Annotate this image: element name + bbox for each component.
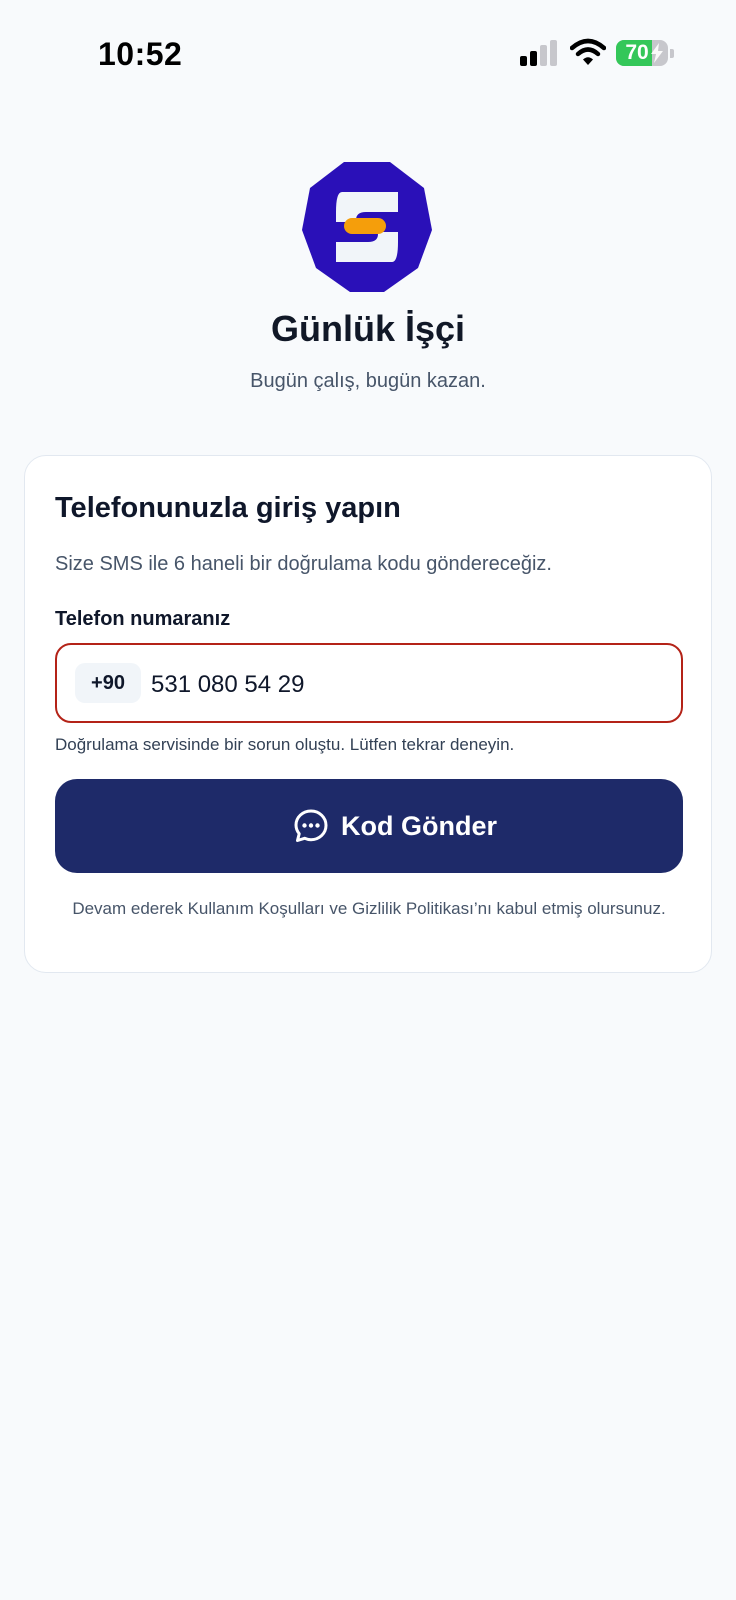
country-code-badge[interactable]: +90 bbox=[75, 663, 141, 703]
card-description: Size SMS ile 6 haneli bir doğrulama kodu… bbox=[55, 553, 552, 575]
login-screen: 10:52 70 Günlük İşçi Bugün çalış, bugün … bbox=[0, 0, 736, 1600]
cellular-signal-icon bbox=[520, 40, 557, 66]
phone-input-container[interactable]: +90 bbox=[55, 643, 683, 723]
send-code-label: Kod Gönder bbox=[341, 811, 497, 841]
app-title: Günlük İşçi bbox=[270, 308, 466, 349]
wifi-icon bbox=[570, 38, 606, 65]
charging-bolt-icon bbox=[651, 43, 663, 63]
login-card: Telefonunuzla giriş yapın Size SMS ile 6… bbox=[24, 455, 712, 973]
status-bar: 10:52 70 bbox=[0, 0, 736, 110]
error-message: Doğrulama servisinde bir sorun oluştu. L… bbox=[55, 735, 515, 754]
app-logo-icon bbox=[302, 162, 432, 292]
legal-notice: Devam ederek Kullanım Koşulları ve Gizli… bbox=[72, 899, 666, 918]
app-tagline: Bugün çalış, bugün kazan. bbox=[250, 370, 486, 392]
chat-bubble-icon bbox=[294, 809, 328, 842]
card-title: Telefonunuzla giriş yapın bbox=[55, 492, 401, 524]
battery-charging-icon: 70 bbox=[616, 40, 668, 66]
phone-input[interactable] bbox=[151, 645, 671, 721]
phone-field-label: Telefon numaranız bbox=[55, 608, 231, 630]
battery-nub bbox=[670, 49, 674, 58]
status-time: 10:52 bbox=[98, 36, 183, 72]
send-code-button[interactable]: Kod Gönder bbox=[55, 779, 683, 873]
